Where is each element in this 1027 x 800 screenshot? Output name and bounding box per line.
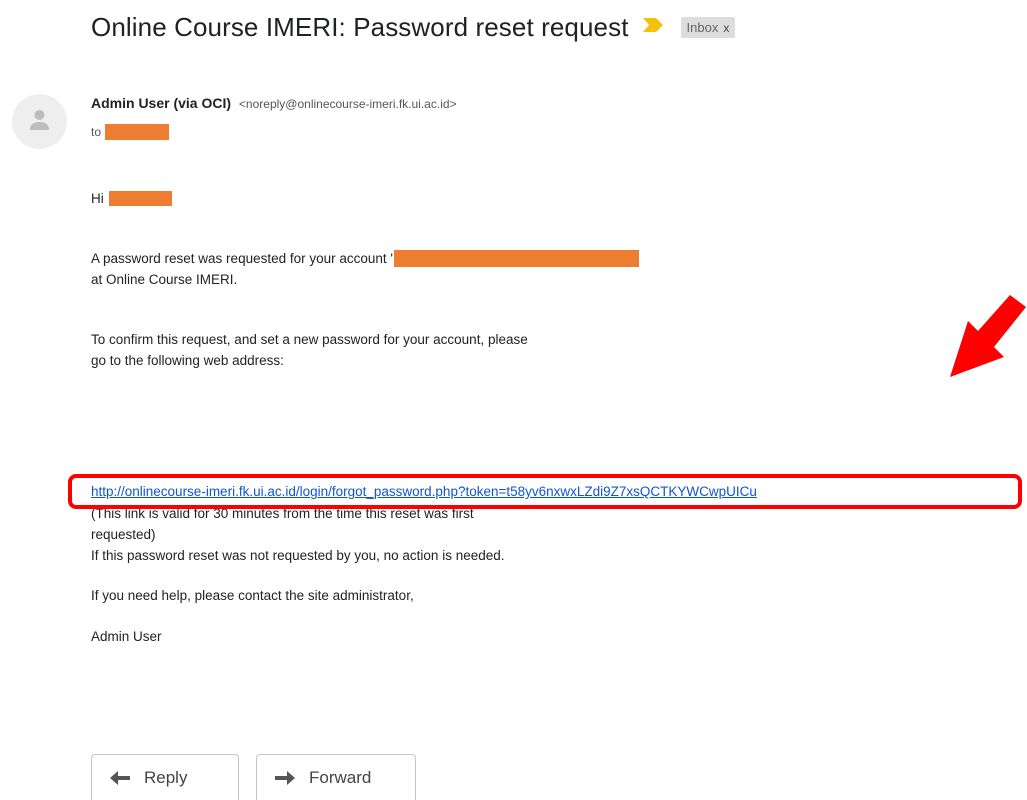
para2-line2: go to the following web address: <box>91 353 284 368</box>
forward-label: Forward <box>309 767 372 787</box>
help-paragraph: If you need help, please contact the sit… <box>91 588 414 603</box>
forward-button[interactable]: Forward <box>256 754 416 800</box>
para1-line2: at Online Course IMERI. <box>91 272 238 287</box>
greeting-text: Hi <box>91 191 104 206</box>
sender-line: Admin User (via OCI) <noreply@onlinecour… <box>91 95 457 111</box>
recipient-redaction <box>105 124 170 140</box>
para2-line1: To confirm this request, and set a new p… <box>91 332 528 347</box>
email-subject: Online Course IMERI: Password reset requ… <box>91 12 629 42</box>
confirm-paragraph: To confirm this request, and set a new p… <box>91 329 528 371</box>
validity-paragraph: (This link is valid for 30 minutes from … <box>91 503 474 545</box>
label-chip-text: Inbox <box>686 20 719 35</box>
greeting-name-redaction <box>108 191 172 206</box>
sender-email: <noreply@onlinecourse-imeri.fk.ui.ac.id> <box>238 97 457 111</box>
avatar[interactable] <box>12 94 67 149</box>
importance-marker-icon[interactable] <box>642 18 663 37</box>
recipient-line: to <box>91 124 170 140</box>
reset-requested-paragraph: A password reset was requested for your … <box>91 248 639 290</box>
sender-name[interactable]: Admin User (via OCI) <box>91 95 231 111</box>
forward-arrow-icon <box>275 770 295 785</box>
red-pointer-arrow-icon <box>950 295 1026 377</box>
label-remove-icon[interactable]: x <box>723 21 729 35</box>
reply-label: Reply <box>144 767 188 787</box>
subject-row: Online Course IMERI: Password reset requ… <box>91 12 736 43</box>
inbox-label-chip[interactable]: Inbox x <box>680 17 736 38</box>
account-redaction <box>393 250 639 267</box>
reply-button[interactable]: Reply <box>91 754 239 800</box>
no-action-paragraph: If this password reset was not requested… <box>91 548 505 563</box>
greeting-line: Hi <box>91 191 172 206</box>
para1-line1: A password reset was requested for your … <box>91 251 393 266</box>
signature: Admin User <box>91 629 162 644</box>
link-highlight-box <box>68 474 1022 509</box>
default-user-icon <box>30 110 49 130</box>
email-view: Online Course IMERI: Password reset requ… <box>0 0 1027 800</box>
reply-arrow-icon <box>110 770 130 785</box>
validity-line2: requested) <box>91 527 156 542</box>
to-label: to <box>91 125 102 139</box>
